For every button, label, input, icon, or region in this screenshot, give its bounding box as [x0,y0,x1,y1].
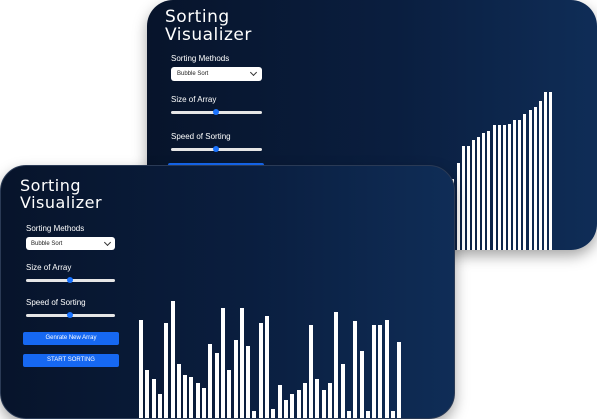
back-title-line2: Visualizer [165,24,252,45]
size-of-array-slider-thumb[interactable] [67,277,73,283]
back-sorting-method-select[interactable]: Bubble Sort [171,67,262,81]
array-bar [252,411,257,418]
array-bar [397,342,402,418]
back-array-bar [502,125,506,250]
back-speed-slider-thumb[interactable] [213,146,219,152]
back-array-bar [477,137,481,250]
back-sorting-method-value: Bubble Sort [177,71,209,77]
bar-visualization [139,234,405,418]
array-bar [346,411,351,418]
array-bar [214,353,219,418]
array-bar [378,325,383,418]
back-array-bar [456,163,460,250]
back-array-bar [471,140,475,250]
size-of-array-slider[interactable] [26,277,115,283]
array-bar [365,411,370,418]
title-line2: Visualizer [20,192,103,212]
app-title: Sorting Visualizer [20,177,103,212]
array-bar [391,411,395,418]
array-bar [233,340,238,418]
array-bar [246,346,251,418]
array-bar [157,394,162,418]
chevron-down-icon [249,68,258,77]
back-size-label: Size of Array [171,95,217,104]
speed-of-sorting-slider[interactable] [26,312,115,318]
chevron-down-icon [103,238,112,246]
sorting-methods-label: Sorting Methods [26,224,85,233]
array-bar [265,316,269,418]
back-size-slider[interactable] [171,109,262,115]
array-bar [176,364,181,418]
back-array-bar [482,133,486,250]
array-bar [290,394,295,418]
back-array-bar [518,120,522,250]
back-array-bar [544,92,548,250]
back-array-bar [523,114,527,250]
array-bar [183,375,188,418]
array-bar [328,383,332,418]
back-array-bar [508,124,511,250]
array-bar [309,325,314,418]
array-bar [151,379,156,418]
array-bar [170,301,175,418]
speed-of-sorting-slider-thumb[interactable] [67,312,73,318]
generate-new-array-button[interactable]: Genrate New Array [23,332,119,345]
array-bar [359,351,364,418]
array-bar [296,390,301,418]
back-array-bar [513,120,517,250]
array-bar [302,383,307,418]
back-array-bar [528,110,532,250]
back-app-title: Sorting Visualizer [165,8,252,45]
array-bar [372,325,377,418]
back-speed-label: Speed of Sorting [171,132,231,141]
back-size-slider-thumb[interactable] [213,109,219,115]
array-bar [271,409,276,418]
array-bar [334,312,339,418]
array-bar [195,383,200,418]
array-bar [145,370,150,418]
array-bar [139,320,143,418]
back-array-bar [538,101,542,250]
array-bar [340,364,345,418]
back-array-bar [461,146,465,250]
array-bar [384,320,389,418]
back-sorting-methods-label: Sorting Methods [171,54,230,63]
back-array-bar [549,92,553,250]
array-bar [227,370,232,418]
back-array-bar [492,125,496,250]
back-array-bar [497,125,501,250]
array-bar [315,379,320,418]
speed-of-sorting-label: Speed of Sorting [26,298,86,307]
start-sorting-button[interactable]: START SORTING [23,354,119,367]
back-speed-slider[interactable] [171,146,262,152]
array-bar [283,400,288,418]
back-array-bar [487,131,491,250]
array-bar [164,323,169,418]
array-bar [220,308,225,418]
array-bar [353,321,358,418]
array-bar [277,385,282,418]
array-bar [321,390,326,418]
back-array-bar [466,146,470,250]
array-bar [258,323,263,418]
array-bar [202,388,206,418]
array-bar [239,308,244,418]
array-bar [208,344,213,418]
front-app-window: Sorting Visualizer Sorting Methods Bubbl… [0,165,455,419]
sorting-method-select[interactable]: Bubble Sort [26,237,115,250]
array-bar [189,377,194,418]
back-array-bar [533,107,537,250]
sorting-method-value: Bubble Sort [31,240,63,247]
size-of-array-label: Size of Array [26,263,72,272]
